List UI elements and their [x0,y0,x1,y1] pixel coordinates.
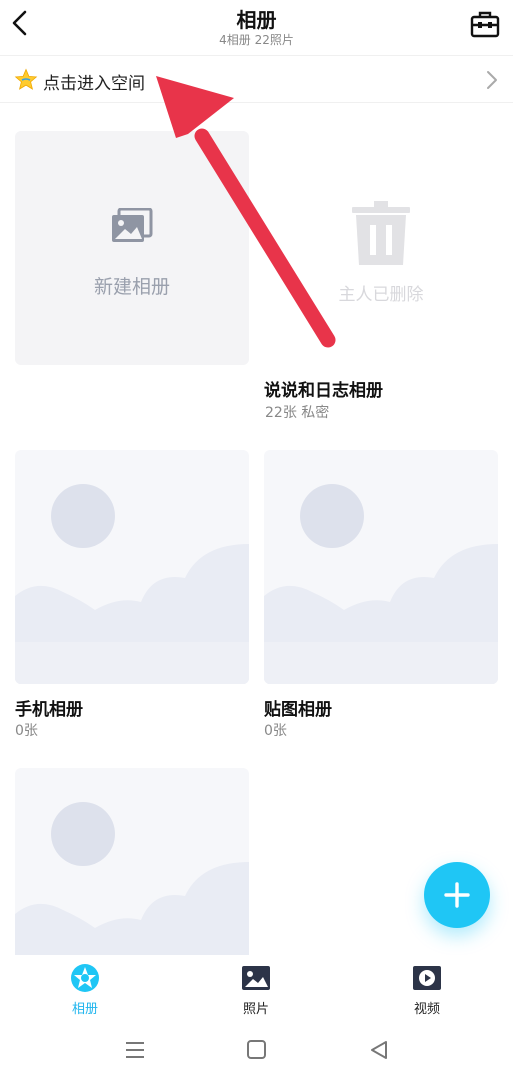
landscape-placeholder-icon [264,484,498,684]
album-meta: 22张 私密 [265,405,330,421]
sticker-album-card[interactable] [264,450,498,684]
landscape-placeholder-icon [15,802,249,955]
phone-album-card[interactable] [15,450,249,684]
add-photo-icon [112,208,153,242]
nav-item-videos[interactable]: 视频 [367,955,487,1021]
album-card[interactable] [15,768,249,955]
nav-label: 照片 [242,1002,269,1017]
trash-icon [352,201,410,265]
plus-icon [444,882,470,908]
annotation-arrow [156,76,336,348]
enter-space-label: 点击进入空间 [43,74,145,94]
nav-label: 相册 [71,1002,98,1017]
back-triangle-icon[interactable] [366,1038,392,1062]
nav-item-photos[interactable]: 照片 [196,955,316,1021]
nav-item-albums[interactable]: 相册 [25,955,145,1021]
album-title: 手机相册 [15,700,83,720]
album-meta: 0张 [264,723,287,739]
bottom-nav: 相册 照片 视频 [0,955,513,1021]
album-title: 说说和日志相册 [264,381,383,401]
photo-icon [242,966,270,990]
star-icon [14,68,38,90]
page-subtitle: 4相册 22照片 [219,33,294,47]
album-title: 贴图相册 [264,700,332,720]
album-meta: 0张 [15,723,38,739]
page-title: 相册 [236,8,277,32]
nav-label: 视频 [413,1002,440,1017]
landscape-placeholder-icon [15,484,249,684]
toolbox-icon [470,11,500,38]
toolbox-button[interactable] [469,8,501,40]
menu-icon[interactable] [122,1038,148,1062]
album-icon [71,964,99,992]
system-nav-bar [0,1022,513,1080]
add-button[interactable] [424,862,490,928]
chevron-right-icon [487,71,497,89]
header: 相册 4相册 22照片 [0,0,513,54]
video-icon [413,966,441,990]
home-icon[interactable] [243,1038,269,1062]
